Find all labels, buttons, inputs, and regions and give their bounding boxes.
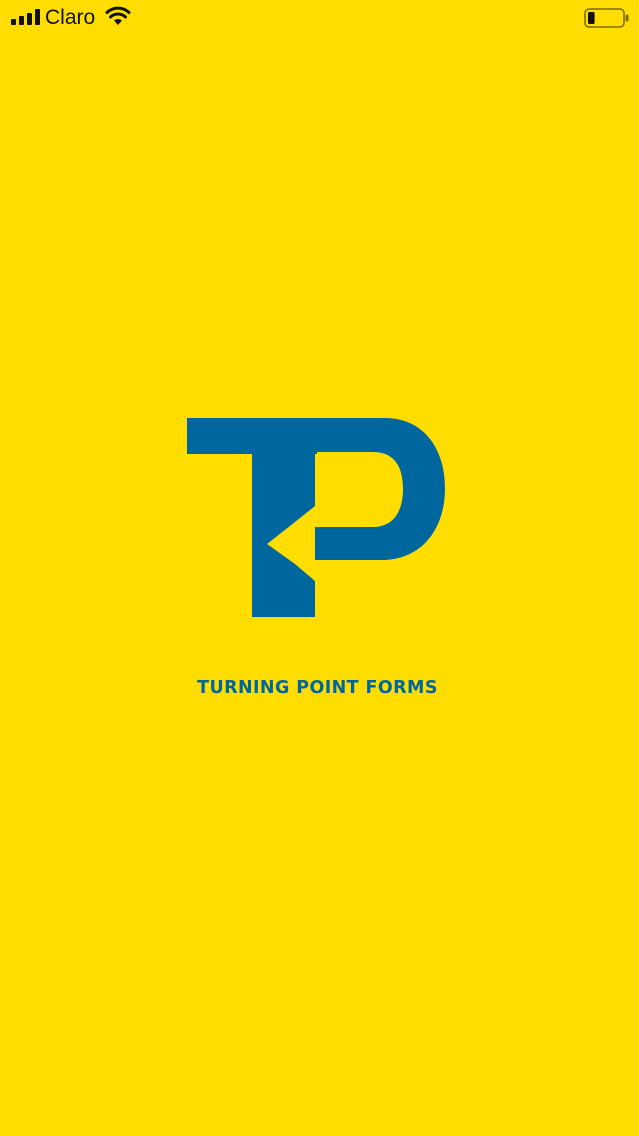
status-bar: Claro bbox=[0, 0, 639, 36]
tp-logo-mark bbox=[187, 418, 445, 617]
wifi-icon bbox=[105, 6, 131, 25]
cellular-signal-icon bbox=[11, 9, 40, 25]
battery-icon bbox=[584, 8, 629, 28]
carrier-name: Claro bbox=[45, 6, 96, 29]
splash-screen: Claro TURNING POINT FORMS bbox=[0, 0, 639, 1136]
brand-name: TURNING POINT FORMS bbox=[197, 678, 438, 698]
